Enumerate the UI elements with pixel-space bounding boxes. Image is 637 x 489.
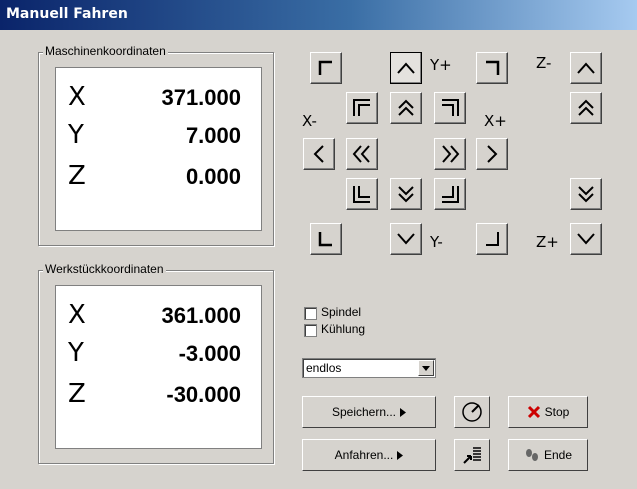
jog-yminus-button[interactable]: [390, 223, 422, 255]
chevron-left-icon: [313, 145, 324, 163]
jog-zminus-button[interactable]: [570, 52, 602, 84]
machine-x-axis-label: X: [68, 82, 86, 112]
corner-bottom-left-icon: [318, 232, 332, 247]
jog-fast-xminus-button[interactable]: [346, 138, 378, 170]
jog-xplus-button[interactable]: [476, 138, 508, 170]
chevron-up-icon: [397, 62, 415, 74]
workpiece-y-axis-label: Y: [68, 338, 84, 368]
jog-xplus-yminus-button[interactable]: [476, 223, 508, 255]
double-chevron-left-icon: [352, 145, 370, 163]
jog-fast-yminus-button[interactable]: [390, 178, 422, 210]
jog-zplus-button[interactable]: [570, 223, 602, 255]
z-minus-label: Z-: [536, 54, 552, 72]
jog-fast-zplus-button[interactable]: [570, 178, 602, 210]
z-plus-label: Z+: [536, 233, 559, 251]
machine-x-value: 371.000: [161, 85, 241, 110]
workpiece-z-axis-label: Z: [68, 379, 86, 409]
jog-yplus-button[interactable]: [390, 52, 422, 84]
double-chevron-right-icon: [442, 145, 460, 163]
move-to-button[interactable]: [454, 439, 490, 471]
spindle-checkbox[interactable]: [304, 307, 317, 320]
jog-fast-xplus-yplus-button[interactable]: [434, 92, 466, 124]
save-button-label: Speichern...: [331, 405, 397, 419]
arrow-to-list-icon: [463, 447, 481, 464]
footprints-icon: [525, 449, 538, 461]
y-minus-label: Y-: [430, 233, 443, 251]
triangle-right-icon: [397, 450, 404, 460]
corner-top-left-icon: [318, 60, 332, 75]
double-chevron-up-icon: [398, 99, 414, 116]
x-plus-label: X+: [484, 112, 507, 130]
double-chevron-down-icon: [398, 186, 414, 203]
jog-fast-zminus-button[interactable]: [570, 92, 602, 124]
double-corner-bottom-right-icon: [442, 186, 459, 203]
workpiece-coordinates-display: X 361.000 Y -3.000 Z -30.000: [55, 285, 262, 449]
chevron-right-icon: [487, 145, 498, 163]
machine-coordinates-display: X 371.000 Y 7.000 Z 0.000: [55, 67, 262, 231]
workpiece-x-axis-label: X: [68, 300, 86, 330]
jog-xminus-button[interactable]: [303, 138, 335, 170]
title-bar[interactable]: Manuell Fahren: [0, 0, 637, 30]
double-chevron-down-icon: [578, 186, 594, 203]
triangle-right-icon: [400, 407, 407, 417]
double-chevron-up-icon: [578, 99, 594, 116]
y-plus-label: Y+: [430, 56, 452, 74]
workpiece-z-value: -30.000: [166, 382, 241, 407]
mode-select[interactable]: endlos: [302, 358, 436, 378]
corner-bottom-right-icon: [486, 232, 499, 246]
jog-fast-yplus-button[interactable]: [390, 92, 422, 124]
end-button[interactable]: Ende: [508, 439, 588, 471]
end-button-label: Ende: [543, 448, 573, 462]
corner-top-right-icon: [486, 60, 500, 75]
jog-fast-xminus-yminus-button[interactable]: [346, 178, 378, 210]
mode-select-dropdown-button[interactable]: [418, 360, 434, 376]
workpiece-coordinates-label: Werkstückkoordinaten: [43, 262, 166, 276]
chevron-down-icon: [422, 365, 430, 371]
machine-y-axis-label: Y: [68, 120, 84, 150]
probe-button[interactable]: [454, 396, 490, 428]
machine-z-value: 0.000: [185, 164, 241, 189]
double-corner-bottom-left-icon: [353, 186, 370, 203]
approach-button-label: Anfahren...: [334, 448, 394, 462]
stop-button[interactable]: Stop: [508, 396, 588, 428]
window-title: Manuell Fahren: [6, 6, 128, 22]
x-minus-label: X-: [302, 112, 317, 130]
red-x-icon: [527, 405, 540, 419]
jog-xminus-yminus-button[interactable]: [310, 223, 342, 255]
chevron-down-icon: [397, 233, 415, 245]
save-button[interactable]: Speichern...: [302, 396, 436, 428]
jog-fast-xplus-yminus-button[interactable]: [434, 178, 466, 210]
stop-button-label: Stop: [544, 405, 570, 419]
jog-xplus-yplus-button[interactable]: [476, 52, 508, 84]
gauge-needle-icon: [462, 402, 482, 422]
chevron-up-icon: [577, 62, 595, 74]
coolant-checkbox[interactable]: [304, 324, 317, 337]
manual-jog-window: Manuell Fahren Maschinenkoordinaten X 37…: [0, 0, 637, 489]
jog-xminus-yplus-button[interactable]: [310, 52, 342, 84]
jog-fast-xminus-yplus-button[interactable]: [346, 92, 378, 124]
double-corner-top-right-icon: [442, 99, 459, 116]
mode-select-value: endlos: [306, 361, 342, 375]
chevron-down-icon: [577, 233, 595, 245]
machine-coordinates-label: Maschinenkoordinaten: [43, 44, 168, 58]
double-corner-top-left-icon: [353, 99, 370, 116]
jog-fast-xplus-button[interactable]: [434, 138, 466, 170]
machine-y-value: 7.000: [185, 123, 241, 148]
workpiece-x-value: 361.000: [161, 303, 241, 328]
workpiece-y-value: -3.000: [178, 341, 241, 366]
coolant-label: Kühlung: [321, 322, 366, 336]
approach-button[interactable]: Anfahren...: [302, 439, 436, 471]
spindle-label: Spindel: [321, 305, 362, 319]
machine-z-axis-label: Z: [68, 161, 86, 191]
